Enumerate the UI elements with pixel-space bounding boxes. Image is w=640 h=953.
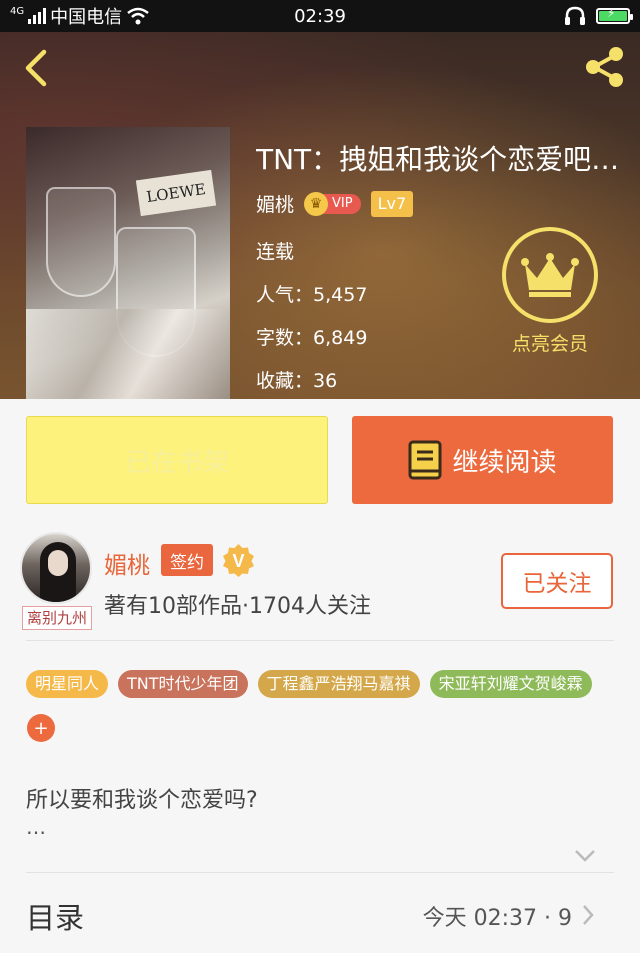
- svg-text:V: V: [232, 551, 244, 571]
- share-icon[interactable]: [582, 44, 628, 90]
- network-type: 4G: [10, 6, 25, 17]
- continue-reading-button[interactable]: 继续阅读: [352, 416, 613, 504]
- vip-membership-button[interactable]: 点亮会员: [500, 227, 600, 356]
- level-badge: Lv7: [370, 190, 414, 217]
- favorites-value: 36: [313, 370, 338, 392]
- crown-icon: [521, 253, 579, 297]
- crown-icon: ♛: [304, 191, 329, 216]
- book-status: 连载: [256, 241, 295, 263]
- favorites-label: 收藏：: [256, 370, 314, 392]
- carrier-name: 中国电信: [50, 7, 123, 28]
- avatar-tag: 离别九州: [22, 606, 93, 630]
- cover-glass: [46, 187, 116, 297]
- back-icon[interactable]: [18, 46, 54, 90]
- word-count-value: 6,849: [313, 327, 368, 349]
- avatar-face: [48, 550, 68, 576]
- shelf-label: 已在书架: [124, 447, 229, 478]
- word-count-row: 字数：6,849: [256, 323, 367, 350]
- tag[interactable]: TNT时代少年团: [118, 670, 248, 698]
- verified-icon: V: [223, 544, 254, 577]
- tag[interactable]: 丁程鑫严浩翔马嘉祺: [257, 670, 420, 698]
- status-left: 4G 中国电信: [10, 3, 150, 29]
- book-cover[interactable]: LOEWE: [26, 127, 230, 399]
- cover-marble: [26, 309, 230, 399]
- popularity-row: 人气：5,457: [256, 280, 367, 307]
- tag[interactable]: 明星同人: [26, 670, 109, 698]
- book-intro: 所以要和我谈个恋爱吗?: [26, 788, 258, 813]
- follow-button[interactable]: 已关注: [501, 553, 613, 609]
- vip-badge: ♛ VIP: [304, 191, 361, 217]
- table-of-contents-row[interactable]: 目录 今天 02:37 · 9: [0, 873, 640, 953]
- author-name[interactable]: 媚桃: [104, 546, 150, 580]
- read-label: 继续阅读: [452, 447, 557, 478]
- book-icon: [408, 440, 442, 480]
- add-tag-button[interactable]: +: [27, 714, 55, 742]
- book-hero: LOEWE TNT：拽姐和我谈个恋爱吧… 媚桃 ♛ VIP Lv7 连载 人气：…: [0, 32, 640, 399]
- cover-brand-label: LOEWE: [135, 169, 217, 217]
- vip-cta-label: 点亮会员: [511, 333, 588, 355]
- book-title: TNT：拽姐和我谈个恋爱吧…: [256, 143, 620, 176]
- battery-icon: [596, 6, 633, 24]
- popularity-value: 5,457: [313, 284, 368, 306]
- favorites-row: 收藏：36: [256, 366, 337, 393]
- headphones-icon: [565, 6, 585, 25]
- chevron-right-icon: [583, 905, 594, 925]
- wifi-icon: [127, 7, 149, 25]
- vip-crown-circle: [502, 227, 598, 323]
- status-right: [564, 6, 633, 26]
- tag[interactable]: 宋亚轩刘耀文贺峻霖: [429, 670, 592, 698]
- status-bar: 4G 中国电信 02:39: [0, 0, 640, 32]
- signed-badge: 签约: [161, 544, 213, 576]
- hero-author-row: 媚桃 ♛ VIP Lv7: [256, 190, 414, 217]
- avatar[interactable]: [20, 532, 92, 604]
- word-count-label: 字数：: [256, 327, 314, 349]
- tag-list: 明星同人 TNT时代少年团 丁程鑫严浩翔马嘉祺 宋亚轩刘耀文贺峻霖: [26, 670, 592, 698]
- toc-label: 目录: [26, 901, 85, 935]
- signal-icon: [28, 8, 47, 24]
- popularity-label: 人气：: [256, 284, 314, 306]
- divider: [26, 640, 614, 641]
- toc-latest-update: 今天 02:37 · 9: [422, 906, 572, 931]
- intro-ellipsis: …: [26, 815, 46, 839]
- author-stats: 著有10部作品·1704人关注: [104, 594, 371, 619]
- hero-author-name[interactable]: 媚桃: [256, 190, 294, 217]
- in-bookshelf-button[interactable]: 已在书架: [26, 416, 328, 504]
- follow-label: 已关注: [522, 571, 592, 597]
- chevron-down-icon[interactable]: [574, 848, 596, 864]
